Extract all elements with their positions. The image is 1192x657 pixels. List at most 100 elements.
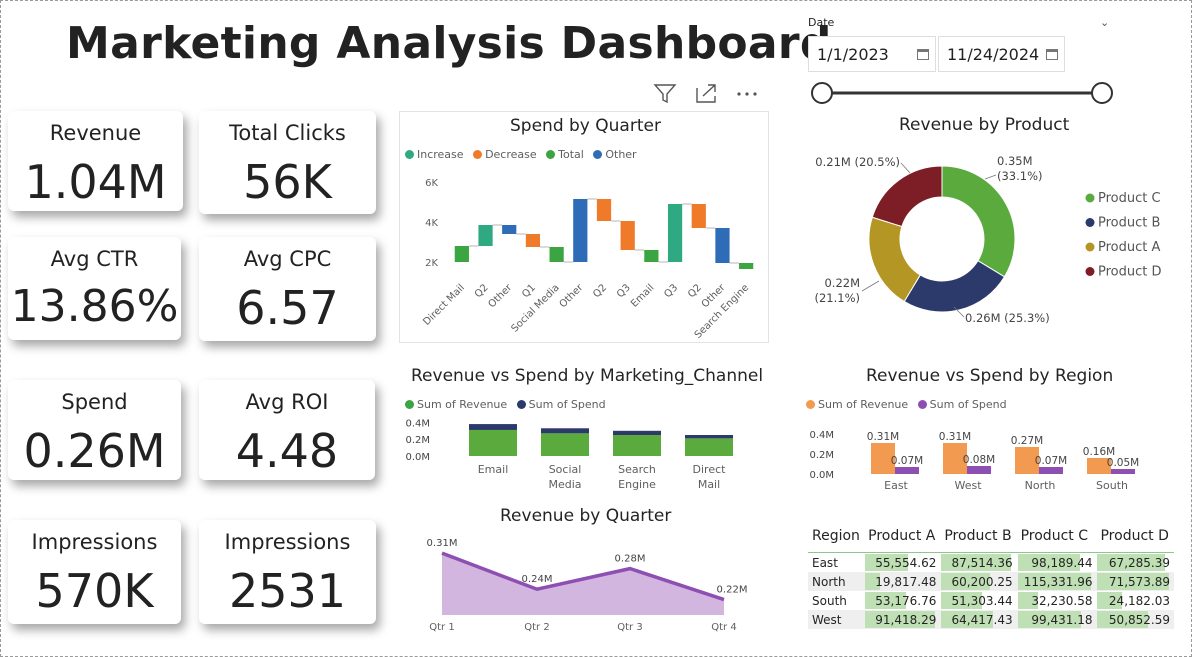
legend-item-decrease[interactable]: Decrease (473, 148, 537, 161)
revenue-bar (541, 433, 589, 456)
chart-title: Spend by Quarter (510, 116, 661, 136)
revenue-by-quarter-visual[interactable]: Revenue by Quarter 0.31M Qtr 1 0.24M Qtr 20… (400, 503, 768, 638)
value-cell: 71,573.89 (1096, 572, 1174, 591)
spend-by-quarter-visual[interactable]: Spend by Quarter Increase Decrease Total… (399, 111, 769, 343)
spend-bar (1039, 467, 1063, 474)
column-header[interactable]: Product D (1096, 525, 1174, 553)
spend-bar (895, 467, 919, 474)
region-product-matrix[interactable]: Region Product A Product B Product C Pro… (808, 525, 1174, 629)
table-row[interactable]: East 55,554.62 87,514.36 98,189.44 67,285.39 (808, 552, 1174, 572)
waterfall-bar (620, 221, 635, 250)
data-label: 0.24M (522, 574, 553, 585)
more-options-icon[interactable] (737, 92, 757, 96)
kpi-value: 56K (243, 155, 332, 209)
waterfall-bar (667, 204, 683, 262)
revenue-vs-spend-channel-visual[interactable]: Revenue vs Spend by Marketing_Channel Su… (400, 362, 768, 497)
focus-mode-icon[interactable] (696, 84, 716, 103)
y-tick-label: 0.2M (405, 435, 430, 446)
x-tick-label: East (884, 479, 908, 492)
waterfall-bar (478, 225, 493, 246)
chevron-down-icon[interactable]: ⌄ (1100, 16, 1109, 29)
date-slicer[interactable]: Date ⌄ 1/1/2023 11/24/2024 (808, 16, 1118, 106)
legend-label: Product C (1098, 191, 1161, 206)
data-label: 0.31M (939, 431, 971, 443)
kpi-label: Impressions (31, 530, 158, 554)
kpi-card-spend[interactable]: Spend 0.26M (8, 380, 181, 480)
date-range-slider[interactable] (808, 78, 1118, 108)
slice-data-label: 0.35M (997, 154, 1033, 168)
legend-item-revenue[interactable]: Sum of Revenue (405, 398, 507, 411)
cell-value: 19,817.48 (875, 574, 937, 589)
y-tick-label: 0.4M (809, 430, 834, 441)
legend-item-other[interactable]: Other (593, 148, 637, 161)
x-tick-label: Qtr 4 (711, 622, 736, 633)
table-row[interactable]: North 19,817.48 60,200.25 115,331.96 71,573.… (808, 572, 1174, 591)
value-cell: 99,431.18 (1016, 610, 1097, 629)
cell-value: 87,514.36 (951, 555, 1013, 570)
legend-item-spend[interactable]: Sum of Spend (516, 398, 606, 411)
x-tick-label: South (1096, 479, 1128, 492)
cell-value: 60,200.25 (951, 574, 1013, 589)
filter-icon[interactable] (653, 84, 677, 104)
value-cell: 24,182.03 (1096, 591, 1174, 610)
chart-legend: Sum of Revenue Sum of Spend (806, 398, 1013, 411)
spend-bar (685, 435, 733, 439)
column-header[interactable]: Product B (940, 525, 1017, 553)
x-tick-label: Direct Mail (421, 282, 467, 328)
value-cell: 67,285.39 (1096, 552, 1174, 572)
cell-value: 71,573.89 (1108, 574, 1170, 589)
data-label: 0.07M (891, 455, 923, 467)
cell-value: 32,230.58 (1031, 593, 1093, 608)
slider-handle (1091, 82, 1113, 104)
slice-data-label: (33.1%) (997, 169, 1043, 183)
end-date-input[interactable]: 11/24/2024 (938, 36, 1065, 72)
x-tick-label: Mail (698, 478, 720, 491)
slice-data-label: (21.1%) (814, 291, 860, 305)
legend-label: Product A (1098, 240, 1160, 255)
region-cell: South (808, 591, 865, 610)
table-row[interactable]: West 91,418.29 64,417.43 99,431.18 50,852.59 (808, 610, 1174, 629)
waterfall-bar (739, 263, 754, 269)
kpi-card-impressions-2[interactable]: Impressions 2531 (199, 520, 376, 624)
revenue-by-product-visual[interactable]: Revenue by Product 0.35M (33.1%) 0.26M (25… (800, 111, 1180, 341)
revenue-vs-spend-region-visual[interactable]: Revenue vs Spend by Region Sum of Revenu… (800, 362, 1180, 497)
column-header[interactable]: Product C (1016, 525, 1097, 553)
kpi-value: 6.57 (236, 281, 339, 335)
cell-value: 115,331.96 (1023, 574, 1093, 589)
calendar-icon[interactable] (1046, 49, 1058, 60)
cell-value: 50,852.59 (1108, 612, 1170, 627)
kpi-label: Revenue (49, 121, 142, 145)
kpi-label: Avg CTR (50, 247, 139, 271)
waterfall-bar (502, 225, 517, 234)
value-cell: 51,303.44 (940, 591, 1017, 610)
kpi-card-impressions[interactable]: Impressions 570K (8, 520, 181, 624)
leader-line (984, 174, 997, 180)
value-cell: 91,418.29 (864, 610, 941, 629)
kpi-card-avg-ctr[interactable]: Avg CTR 13.86% (8, 237, 181, 340)
column-header[interactable]: Region (808, 525, 865, 553)
x-tick-label: Email (478, 463, 509, 476)
kpi-card-revenue[interactable]: Revenue 1.04M (8, 111, 183, 211)
calendar-icon[interactable] (917, 49, 929, 60)
chart-legend: Increase Decrease Total Other (405, 148, 643, 161)
x-tick-label: Qtr 3 (617, 622, 642, 633)
revenue-bar (613, 435, 661, 456)
revenue-bar (685, 438, 733, 456)
donut-slice (871, 165, 943, 228)
y-tick-label: 4K (425, 218, 438, 229)
column-header[interactable]: Product A (864, 525, 941, 553)
kpi-card-avg-cpc[interactable]: Avg CPC 6.57 (199, 237, 376, 341)
start-date-input[interactable]: 1/1/2023 (808, 36, 936, 72)
legend-item-spend[interactable]: Sum of Spend (917, 398, 1007, 411)
table-row[interactable]: South 53,176.76 51,303.44 32,230.58 24,182.0… (808, 591, 1174, 610)
waterfall-bar (715, 228, 730, 263)
donut-slice (903, 260, 1006, 313)
legend-item-increase[interactable]: Increase (405, 148, 464, 161)
cell-value: 99,431.18 (1031, 612, 1093, 627)
legend-item-revenue[interactable]: Sum of Revenue (806, 398, 908, 411)
x-tick-label: Q1 (520, 282, 538, 300)
legend-item-total[interactable]: Total (546, 148, 584, 161)
kpi-card-total-clicks[interactable]: Total Clicks 56K (199, 111, 376, 214)
kpi-card-avg-roi[interactable]: Avg ROI 4.48 (199, 380, 375, 480)
x-tick-label: West (954, 479, 982, 492)
